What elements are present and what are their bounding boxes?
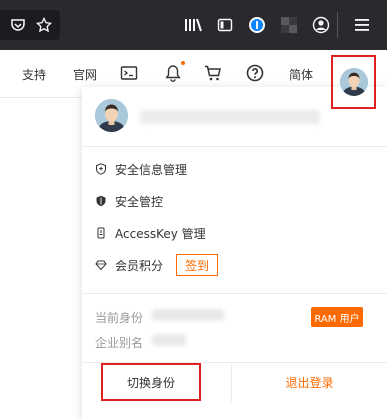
key-icon [95,227,107,239]
logout-button[interactable]: 退出登录 [232,363,387,401]
sign-in-button[interactable]: 签到 [176,254,218,276]
ram-user-badge: RAM 用户 [311,307,363,327]
language-switch[interactable]: 简体 [289,66,313,83]
current-identity-redacted [152,309,224,321]
sidebar-icon[interactable] [215,15,235,35]
account-icon[interactable] [311,15,331,35]
dropdown-divider [82,146,387,147]
pocket-icon[interactable] [8,15,28,35]
enterprise-alias-redacted [152,334,186,346]
menu-accesskey[interactable]: AccessKey 管理 [95,223,206,243]
shield-plus-icon [95,163,107,175]
nav-support-link[interactable]: 支持 [22,66,46,83]
hamburger-menu-icon[interactable] [352,15,372,35]
bell-icon[interactable] [163,63,183,83]
menu-points[interactable]: 会员积分 [95,255,163,275]
current-identity-label: 当前身份 [95,311,144,325]
dropdown-divider [82,293,387,294]
profile-name-redacted [140,110,320,124]
toolbar-separator [337,12,338,38]
cart-icon[interactable] [203,63,223,83]
user-avatar-button[interactable] [331,55,376,109]
notification-dot [181,61,185,65]
bookmark-star-icon[interactable] [34,15,54,35]
menu-security-info[interactable]: 安全信息管理 [95,159,187,179]
menu-security-info-label: 安全信息管理 [115,162,188,177]
dropdown-avatar [95,99,128,132]
shield-icon [95,195,107,207]
switch-identity-button[interactable]: 切换身份 [101,363,201,401]
menu-security-control[interactable]: 安全管控 [95,191,163,211]
browser-toolbar [0,0,387,50]
library-icon[interactable] [183,15,203,35]
extension-icon[interactable] [279,15,299,35]
nav-official-site-link[interactable]: 官网 [73,66,97,83]
password-manager-icon[interactable] [247,15,267,35]
menu-accesskey-label: AccessKey 管理 [115,226,206,241]
menu-points-label: 会员积分 [115,258,164,273]
enterprise-alias-label: 企业别名 [95,336,144,350]
avatar [339,68,368,96]
menu-security-control-label: 安全管控 [115,194,164,209]
diamond-icon [95,259,107,271]
help-icon[interactable] [245,63,265,83]
terminal-icon[interactable] [119,63,139,83]
